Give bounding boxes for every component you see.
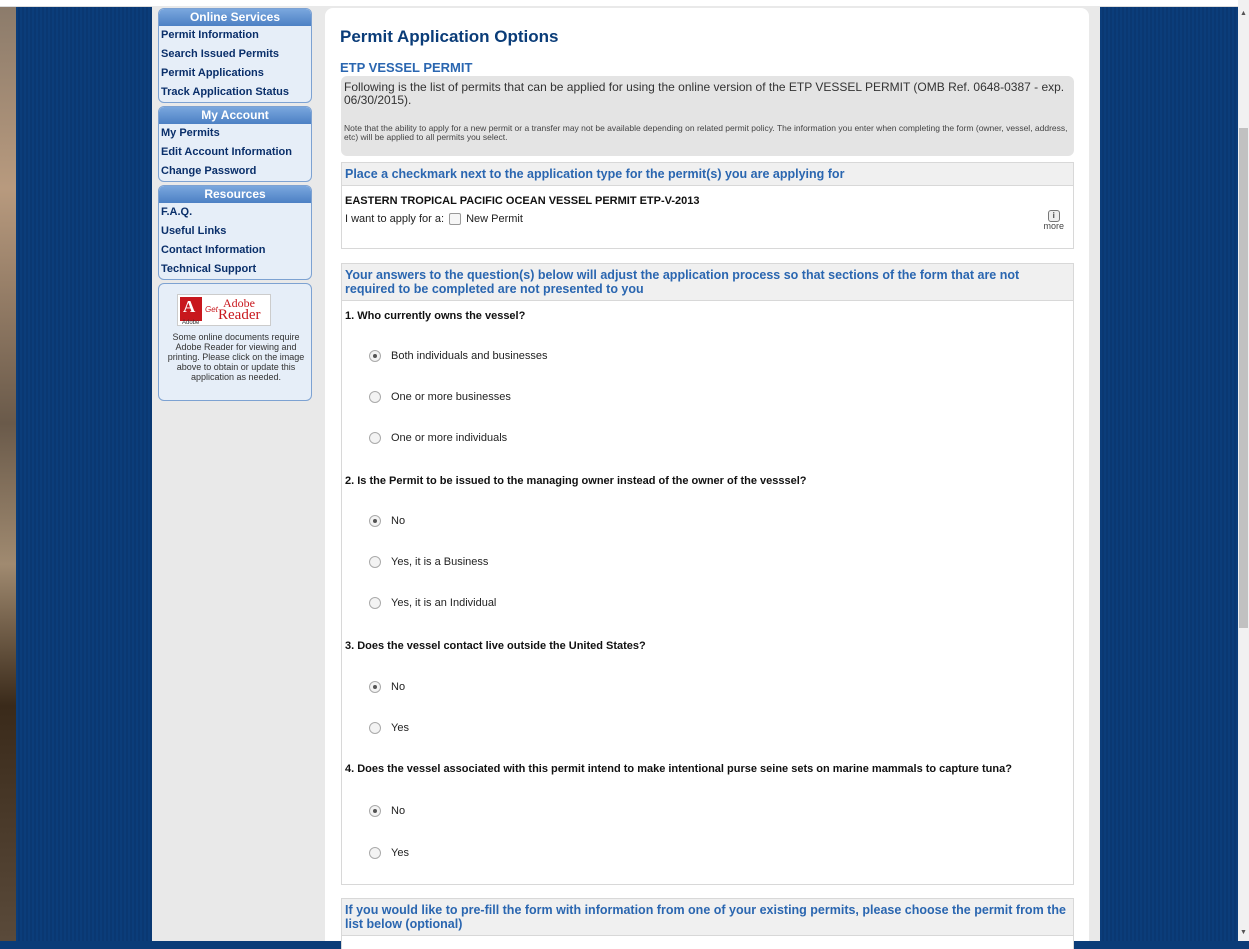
q1-option-2[interactable]: One or more businesses	[369, 391, 511, 403]
get-text: Get	[205, 305, 218, 314]
new-permit-checkbox[interactable]	[449, 213, 462, 225]
permit-name: EASTERN TROPICAL PACIFIC OCEAN VESSEL PE…	[345, 195, 700, 207]
q4-option-1[interactable]: No	[369, 805, 405, 817]
sidebar-item-permit-information[interactable]: Permit Information	[159, 26, 311, 45]
page-title: Permit Application Options	[340, 27, 559, 46]
background-stripes-right	[1100, 0, 1238, 941]
radio-button[interactable]	[369, 515, 381, 527]
reader-text: Reader	[218, 307, 261, 323]
sidebar-item-contact-information[interactable]: Contact Information	[159, 241, 311, 260]
section-title: ETP VESSEL PERMIT	[340, 60, 473, 75]
more-label: more	[1043, 221, 1064, 231]
radio-button[interactable]	[369, 847, 381, 859]
q2-option-2[interactable]: Yes, it is a Business	[369, 556, 488, 568]
q1-option-3[interactable]: One or more individuals	[369, 432, 507, 444]
q1-option-1[interactable]: Both individuals and businesses	[369, 350, 548, 362]
sidebar-item-change-password[interactable]: Change Password	[159, 162, 311, 181]
q4-option-2[interactable]: Yes	[369, 847, 409, 859]
radio-button[interactable]	[369, 722, 381, 734]
question-3-title: 3. Does the vessel contact live outside …	[345, 640, 646, 652]
radio-button[interactable]	[369, 391, 381, 403]
questions-heading: Your answers to the question(s) below wi…	[342, 264, 1073, 301]
q2-option-3[interactable]: Yes, it is an Individual	[369, 597, 496, 609]
sidebar-item-my-permits[interactable]: My Permits	[159, 124, 311, 143]
resources-heading: Resources	[159, 186, 311, 203]
q3-option-2[interactable]: Yes	[369, 722, 409, 734]
application-type-heading: Place a checkmark next to the applicatio…	[342, 163, 1073, 186]
radio-button[interactable]	[369, 556, 381, 568]
radio-button[interactable]	[369, 350, 381, 362]
radio-button[interactable]	[369, 597, 381, 609]
online-services-box: Online Services Permit Information Searc…	[158, 8, 312, 103]
intro-box: Following is the list of permits that ca…	[341, 76, 1074, 156]
prefill-heading: If you would like to pre-fill the form w…	[342, 899, 1073, 936]
q2-option-1[interactable]: No	[369, 515, 405, 527]
application-type-panel: Place a checkmark next to the applicatio…	[341, 162, 1074, 249]
scroll-down-arrow-icon[interactable]: ▼	[1238, 927, 1249, 939]
resources-box: Resources F.A.Q. Useful Links Contact In…	[158, 185, 312, 280]
background-stripes-left	[16, 0, 152, 941]
question-2-title: 2. Is the Permit to be issued to the man…	[345, 475, 807, 487]
main-content: Permit Application Options ETP VESSEL PE…	[325, 8, 1089, 949]
adobe-logo-label: Adobe	[182, 320, 200, 326]
adobe-logo-icon: A Adobe	[180, 297, 202, 326]
q3-option-1[interactable]: No	[369, 681, 405, 693]
sidebar-item-faq[interactable]: F.A.Q.	[159, 203, 311, 222]
adobe-reader-note: Some online documents require Adobe Read…	[167, 332, 305, 382]
apply-row: I want to apply for a: New Permit	[345, 213, 523, 225]
adobe-reader-box: A Adobe Get Adobe Reader Some online doc…	[158, 283, 312, 401]
sidebar-item-track-application-status[interactable]: Track Application Status	[159, 83, 311, 102]
radio-button[interactable]	[369, 432, 381, 444]
sidebar: Online Services Permit Information Searc…	[158, 8, 312, 401]
online-services-heading: Online Services	[159, 9, 311, 26]
question-4-title: 4. Does the vessel associated with this …	[345, 763, 1012, 775]
scrollbar-thumb[interactable]	[1239, 128, 1248, 628]
get-adobe-reader-button[interactable]: A Adobe Get Adobe Reader	[177, 294, 271, 326]
my-account-heading: My Account	[159, 107, 311, 124]
more-info-button[interactable]: i more	[1043, 210, 1064, 231]
sidebar-item-edit-account-information[interactable]: Edit Account Information	[159, 143, 311, 162]
background-photo-strip	[0, 0, 16, 941]
apply-label: I want to apply for a:	[345, 213, 445, 225]
radio-button[interactable]	[369, 681, 381, 693]
sidebar-item-permit-applications[interactable]: Permit Applications	[159, 64, 311, 83]
vertical-scrollbar[interactable]: ▲ ▼	[1238, 0, 1249, 941]
new-permit-label[interactable]: New Permit	[466, 213, 523, 225]
scroll-up-arrow-icon[interactable]: ▲	[1238, 8, 1249, 20]
prefill-panel: If you would like to pre-fill the form w…	[341, 898, 1074, 949]
sidebar-item-search-issued-permits[interactable]: Search Issued Permits	[159, 45, 311, 64]
questions-panel: Your answers to the question(s) below wi…	[341, 263, 1074, 885]
my-account-box: My Account My Permits Edit Account Infor…	[158, 106, 312, 182]
question-1-title: 1. Who currently owns the vessel?	[345, 310, 526, 322]
intro-note: Note that the ability to apply for a new…	[344, 123, 1068, 142]
sidebar-item-useful-links[interactable]: Useful Links	[159, 222, 311, 241]
radio-button[interactable]	[369, 805, 381, 817]
intro-text: Following is the list of permits that ca…	[344, 80, 1065, 107]
sidebar-item-technical-support[interactable]: Technical Support	[159, 260, 311, 279]
